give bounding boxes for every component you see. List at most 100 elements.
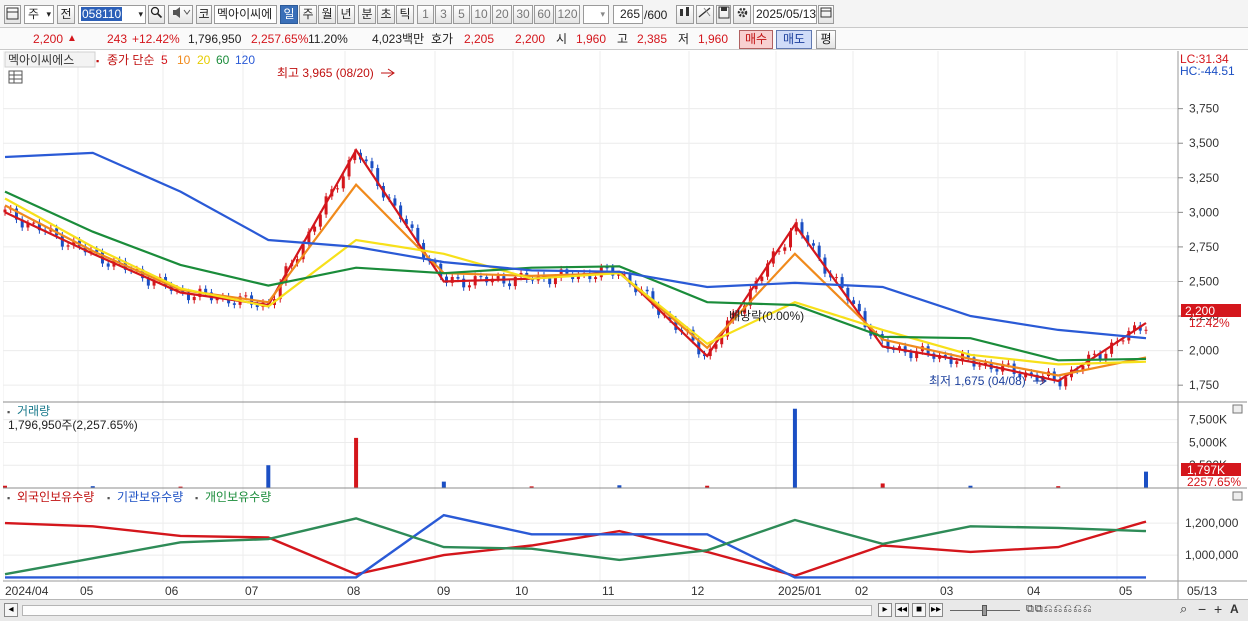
- high-price: 2,385: [637, 32, 668, 46]
- interval-button-5[interactable]: 5: [453, 5, 470, 24]
- zoom-in-icon[interactable]: +: [1214, 601, 1222, 617]
- chart-pane[interactable]: 멕아이씨에스 ▪ 종가 단순 5 10 20 60 120 LC:31.34 H…: [2, 51, 1247, 599]
- foreign-holding-legend: 외국인보유수량: [17, 490, 94, 504]
- current-price: 2,200: [33, 32, 64, 46]
- sound-icon[interactable]: [168, 5, 193, 24]
- candle-body: [857, 303, 861, 312]
- candle-body: [370, 161, 374, 169]
- scroll-left-icon[interactable]: ◂: [4, 603, 18, 617]
- date-input[interactable]: 2025/05/13: [753, 5, 817, 24]
- buy-button[interactable]: 매수: [739, 30, 773, 49]
- eval-button[interactable]: 평: [816, 30, 836, 49]
- candle-body: [1064, 377, 1068, 387]
- market-prefix-label: 코: [196, 5, 212, 24]
- volume-tick-label: 7,500K: [1189, 413, 1227, 427]
- chevron-down-icon: ▾: [600, 9, 605, 19]
- rewind-icon[interactable]: ◂◂: [895, 603, 909, 617]
- indicator-icon[interactable]: [676, 5, 694, 24]
- period-tab-second[interactable]: 초: [377, 5, 395, 24]
- open-label: 시: [556, 32, 568, 46]
- price-tick-label: 3,000: [1189, 205, 1219, 219]
- candle-body: [32, 222, 36, 224]
- price-change: 243: [107, 32, 128, 46]
- search-icon[interactable]: [148, 5, 165, 24]
- candle-body: [336, 188, 340, 190]
- volume-pane-maximize-icon[interactable]: [1232, 404, 1243, 414]
- x-axis-label: 03: [940, 584, 954, 598]
- x-axis-label: 05/13: [1187, 584, 1217, 598]
- volume-bar: [266, 465, 271, 488]
- font-size-icon[interactable]: A: [1230, 602, 1239, 616]
- chart-layout-icon[interactable]: [4, 5, 21, 24]
- ma60-legend: 60: [216, 53, 230, 67]
- period-tab-tick[interactable]: 틱: [396, 5, 414, 24]
- interval-button-10[interactable]: 10: [471, 5, 491, 24]
- gear-icon[interactable]: [733, 5, 751, 24]
- interval-button-20[interactable]: 20: [492, 5, 512, 24]
- x-axis-label: 2024/04: [5, 584, 49, 598]
- candle-body: [834, 277, 838, 279]
- stock-chart-svg[interactable]: 멕아이씨에스 ▪ 종가 단순 5 10 20 60 120 LC:31.34 H…: [2, 51, 1247, 599]
- bar-count-input[interactable]: 265: [613, 5, 643, 24]
- period-tab-month[interactable]: 월: [318, 5, 336, 24]
- dividend-annotation: 배당락(0.00%): [729, 309, 804, 323]
- interval-button-60[interactable]: 60: [534, 5, 554, 24]
- ask-value: 2,200: [515, 32, 546, 46]
- candle-body: [955, 361, 959, 364]
- current-volume-pct-label: 2257.65%: [1187, 475, 1241, 489]
- stock-name-field[interactable]: 멕아이씨에: [214, 5, 277, 24]
- zoom-slider-thumb[interactable]: [982, 605, 987, 616]
- volume-bar: [880, 483, 885, 488]
- sell-button[interactable]: 매도: [776, 30, 812, 49]
- zoom-slider[interactable]: [950, 604, 1020, 616]
- volume-bar: [441, 481, 446, 488]
- low-price: 1,960: [698, 32, 729, 46]
- bid-value: 2,205: [464, 32, 495, 46]
- bar-count-max: /600: [644, 8, 668, 22]
- save-icon[interactable]: [716, 5, 731, 24]
- zoom-magnifier-icon[interactable]: ⌕: [1180, 601, 1187, 617]
- interval-button-30[interactable]: 30: [513, 5, 533, 24]
- x-axis-label: 12: [691, 584, 705, 598]
- candle-body: [479, 276, 483, 278]
- interval-button-3[interactable]: 3: [435, 5, 452, 24]
- interval-button-120[interactable]: 120: [555, 5, 580, 24]
- table-view-icon[interactable]: [8, 70, 23, 84]
- drawing-tools-icon[interactable]: ⧉⧉⎌⎌⎌⎌⎌: [1026, 603, 1093, 616]
- period-tab-day[interactable]: 일: [280, 5, 298, 24]
- scroll-right-icon[interactable]: ▸: [878, 603, 892, 617]
- interval-button-1[interactable]: 1: [417, 5, 434, 24]
- volume-title: 거래량: [17, 404, 50, 418]
- candle-body: [204, 288, 208, 293]
- prev-button[interactable]: 전: [57, 5, 75, 24]
- calendar-icon[interactable]: [818, 5, 834, 24]
- stop-icon[interactable]: ■: [912, 603, 926, 617]
- candle-body: [232, 303, 236, 305]
- interval-dropdown[interactable]: ▾: [583, 5, 609, 24]
- period-type-select[interactable]: 주 ▾: [24, 5, 54, 24]
- high-annotation: 최고 3,965 (08/20): [277, 66, 374, 80]
- candle-body: [548, 278, 552, 285]
- stock-code-input[interactable]: 058110 ▾: [78, 5, 146, 24]
- candle-body: [594, 277, 598, 280]
- draw-line-icon[interactable]: [696, 5, 714, 24]
- period-tab-year[interactable]: 년: [337, 5, 355, 24]
- x-axis-label: 10: [515, 584, 529, 598]
- price-tick-label: 1,750: [1189, 378, 1219, 392]
- candle-body: [909, 352, 913, 359]
- x-axis-label: 06: [165, 584, 179, 598]
- horizontal-scrollbar[interactable]: [22, 605, 872, 616]
- zoom-out-icon[interactable]: −: [1198, 601, 1206, 617]
- period-tab-minute[interactable]: 분: [358, 5, 376, 24]
- candle-body: [244, 295, 248, 297]
- volume-bar: [792, 408, 797, 488]
- price-tick-label: 3,500: [1189, 136, 1219, 150]
- period-tab-week[interactable]: 주: [299, 5, 317, 24]
- high-label: 고: [617, 32, 629, 46]
- volume-tick-label: 5,000K: [1189, 435, 1227, 449]
- fast-forward-icon[interactable]: ▸▸: [929, 603, 943, 617]
- candle-body: [1144, 329, 1148, 331]
- price-tick-label: 3,250: [1189, 171, 1219, 185]
- bid-label: 호가: [431, 32, 454, 46]
- holding-pane-maximize-icon[interactable]: [1232, 491, 1243, 501]
